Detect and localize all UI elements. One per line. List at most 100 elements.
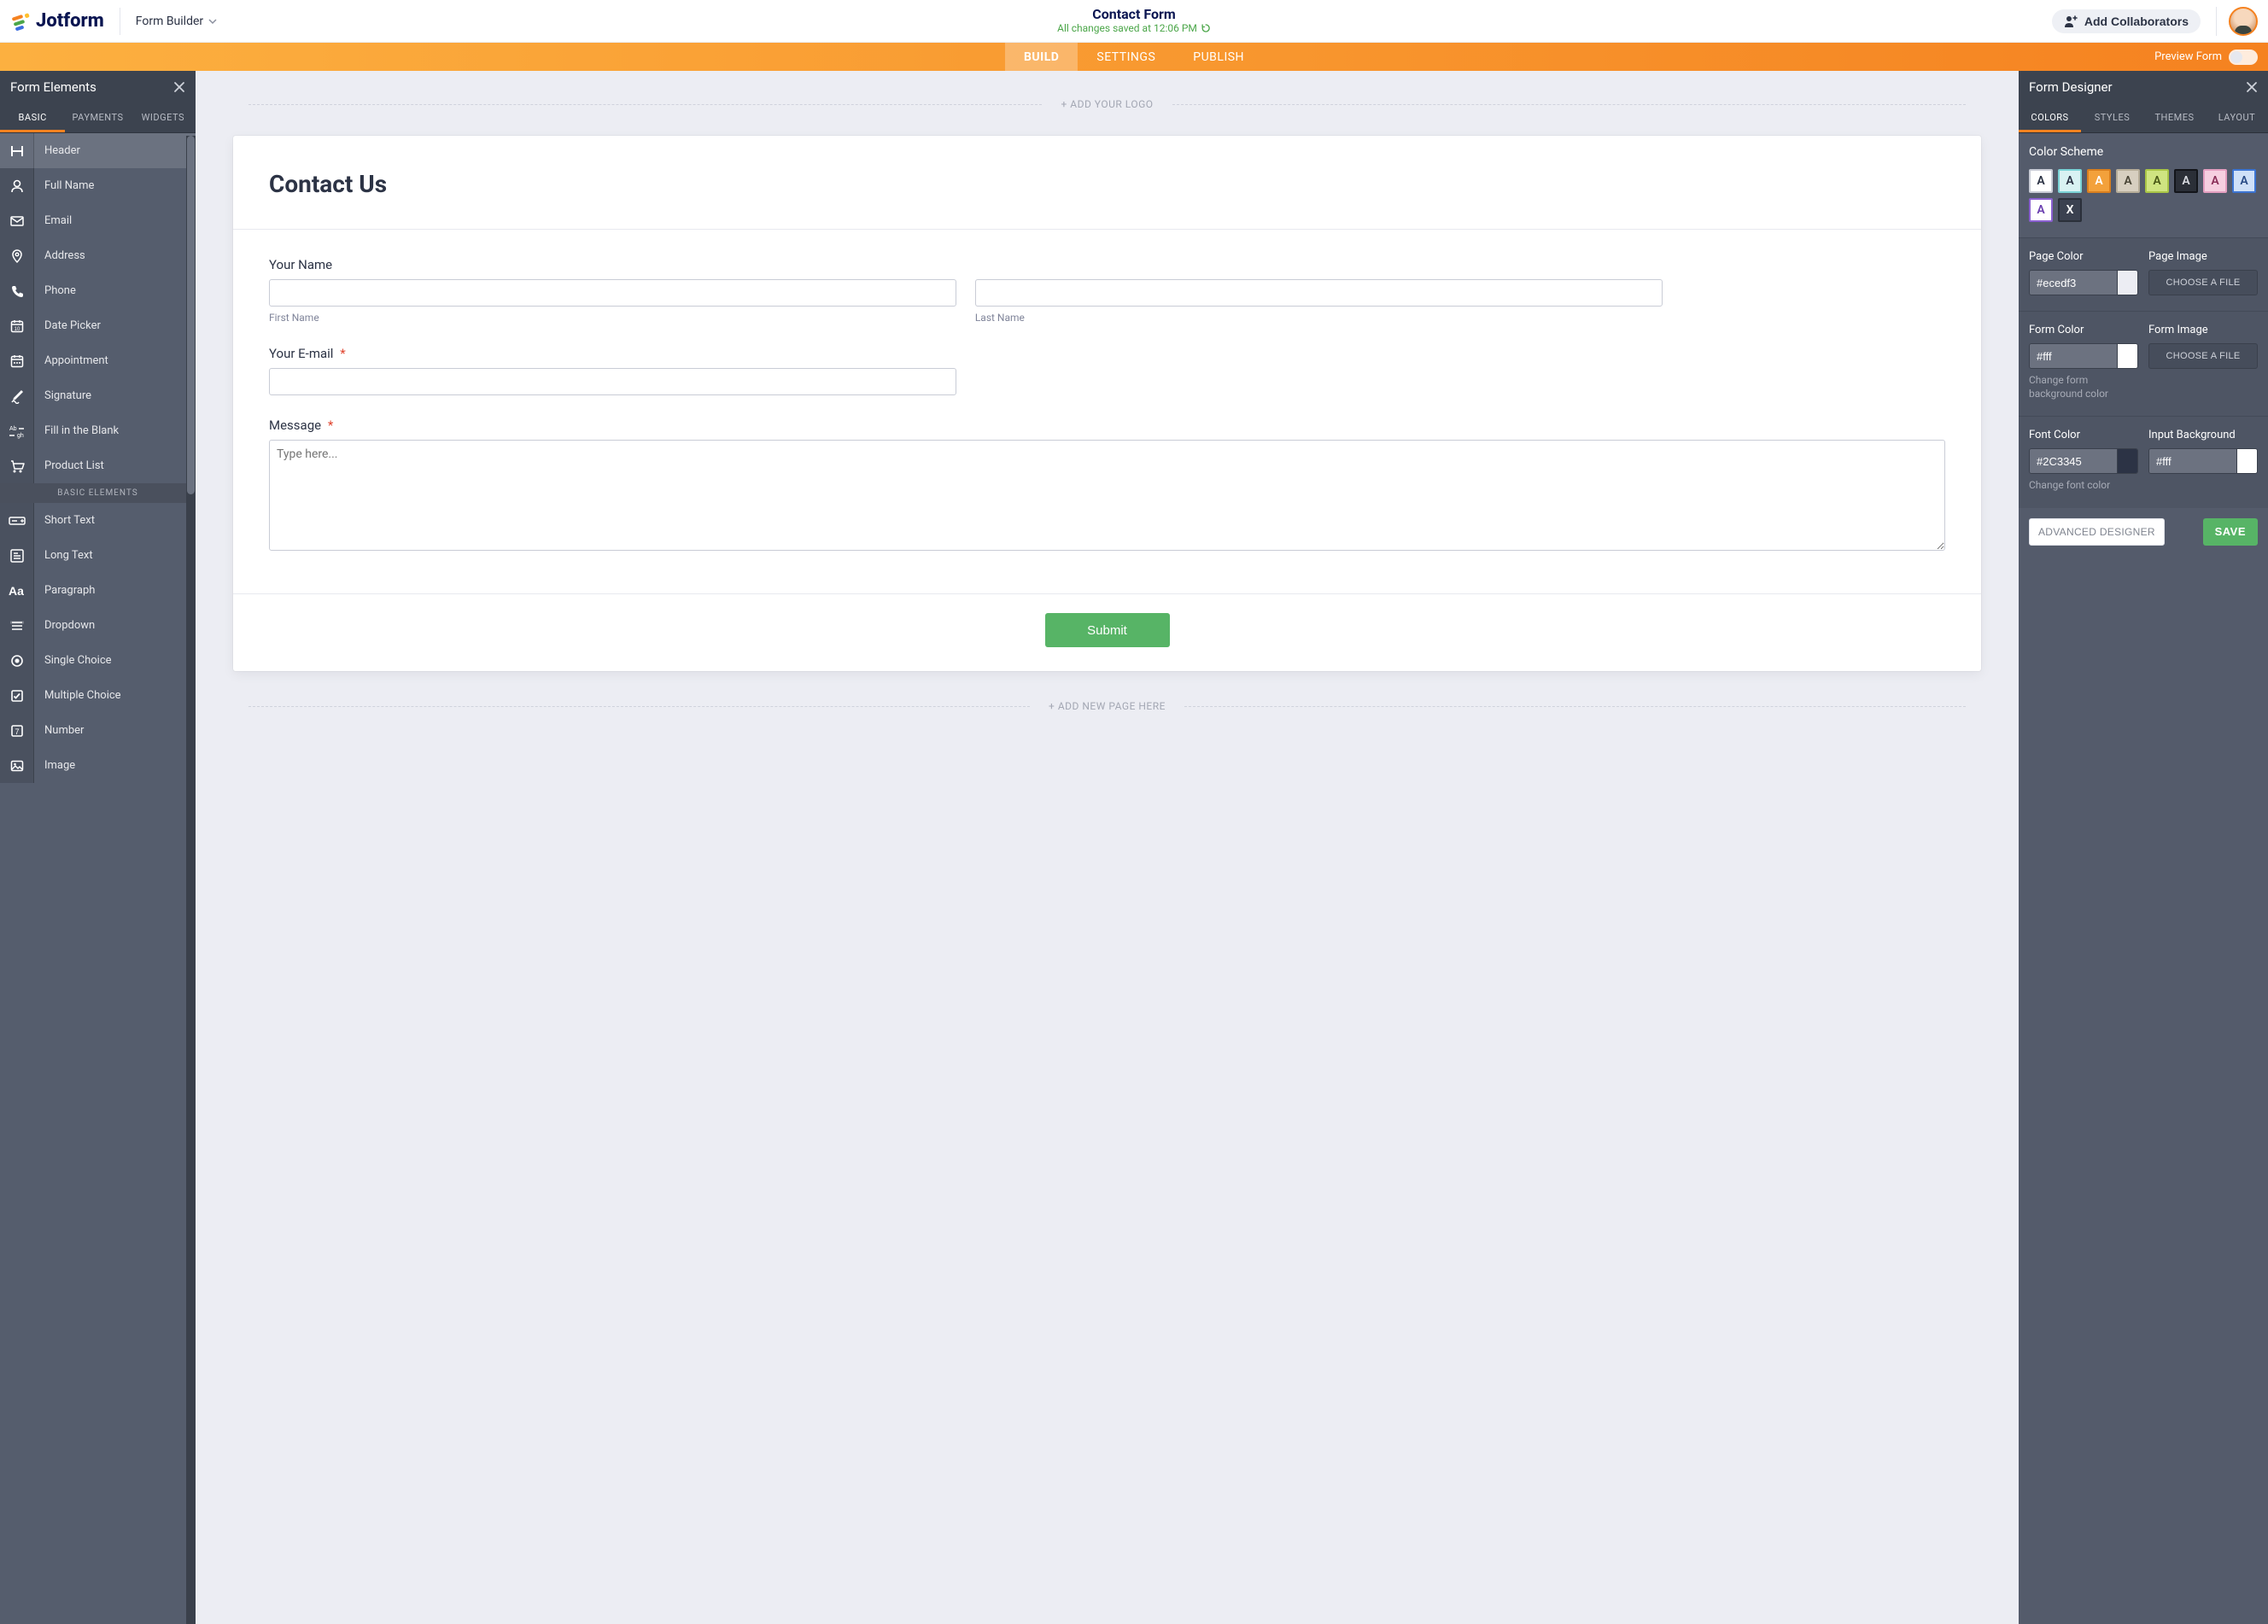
form-heading[interactable]: Contact Us xyxy=(233,136,1981,230)
top-header: Jotform Form Builder Contact Form All ch… xyxy=(0,0,2268,43)
page-color-input[interactable] xyxy=(2029,270,2138,295)
color-scheme-swatch-5[interactable]: A xyxy=(2174,169,2198,193)
page-image-label: Page Image xyxy=(2148,250,2258,263)
message-textarea[interactable] xyxy=(269,440,1945,551)
font-color-label: Font Color xyxy=(2029,429,2138,441)
color-scheme-swatch-4[interactable]: A xyxy=(2145,169,2169,193)
form-designer-header: Form Designer xyxy=(2019,71,2268,103)
elements-list[interactable]: Header Full NameEmailAddress Phone 10Date P… xyxy=(0,133,196,1624)
page-image-choose-button[interactable]: CHOOSE A FILE xyxy=(2148,270,2258,295)
field-message[interactable]: Message * xyxy=(269,418,1945,554)
element-item-paragraph[interactable]: AaParagraph xyxy=(0,573,196,608)
page-color-chip[interactable] xyxy=(2117,271,2137,295)
form-card[interactable]: Contact Us Your Name First Name Last Nam… xyxy=(233,136,1981,671)
element-item-product-list[interactable]: Product List xyxy=(0,448,196,483)
font-color-chip[interactable] xyxy=(2117,449,2137,473)
user-avatar[interactable] xyxy=(2229,7,2258,36)
tab-settings[interactable]: SETTINGS xyxy=(1078,43,1174,71)
form-designer-panel: Form Designer COLORS STYLES THEMES LAYOU… xyxy=(2019,71,2268,1624)
font-color-field[interactable] xyxy=(2030,449,2117,473)
element-item-signature[interactable]: Signature xyxy=(0,378,196,413)
add-collaborators-button[interactable]: Add Collaborators xyxy=(2052,9,2201,33)
designer-body[interactable]: Color Scheme AAAAAAAAAX Page Color Page … xyxy=(2019,133,2268,1624)
element-item-date-picker[interactable]: 10Date Picker xyxy=(0,308,196,343)
elements-tab-payments[interactable]: PAYMENTS xyxy=(65,103,130,132)
element-item-short-text[interactable]: Short Text xyxy=(0,503,196,538)
page-color-field[interactable] xyxy=(2030,271,2117,295)
element-item-label: Header xyxy=(44,144,80,157)
element-item-phone[interactable]: Phone xyxy=(0,273,196,308)
svg-text:7: 7 xyxy=(15,727,19,736)
color-scheme-swatch-9[interactable]: X xyxy=(2058,198,2082,222)
input-bg-chip[interactable] xyxy=(2236,449,2257,473)
element-item-appointment[interactable]: Appointment xyxy=(0,343,196,378)
full-name-icon xyxy=(0,168,34,203)
color-scheme-swatch-6[interactable]: A xyxy=(2203,169,2227,193)
first-name-input[interactable] xyxy=(269,279,956,307)
designer-tab-colors[interactable]: COLORS xyxy=(2019,103,2081,132)
form-color-hint: Change form background color xyxy=(2029,374,2138,400)
element-item-label: Multiple Choice xyxy=(44,689,121,702)
elements-scrollbar-thumb[interactable] xyxy=(187,136,195,494)
close-designer-icon[interactable] xyxy=(2246,81,2258,93)
field-your-name[interactable]: Your Name First Name Last Name xyxy=(269,257,1945,324)
close-panel-icon[interactable] xyxy=(173,81,185,93)
input-bg-input[interactable] xyxy=(2148,448,2258,474)
email-input[interactable] xyxy=(269,368,956,395)
your-name-label: Your Name xyxy=(269,257,1945,272)
history-icon[interactable] xyxy=(1201,23,1211,33)
add-page-button[interactable]: + ADD NEW PAGE HERE xyxy=(1045,700,1169,712)
tab-publish[interactable]: PUBLISH xyxy=(1174,43,1263,71)
element-item-multiple-choice[interactable]: Multiple Choice xyxy=(0,678,196,713)
element-item-email[interactable]: Email xyxy=(0,203,196,238)
designer-tab-themes[interactable]: THEMES xyxy=(2143,103,2206,132)
phone-icon xyxy=(0,273,34,308)
form-color-field[interactable] xyxy=(2030,344,2117,368)
form-builder-selector[interactable]: Form Builder xyxy=(136,15,217,28)
color-scheme-swatch-2[interactable]: A xyxy=(2087,169,2111,193)
element-item-header[interactable]: Header xyxy=(0,133,196,168)
submit-button[interactable]: Submit xyxy=(1045,613,1170,647)
form-title-header[interactable]: Contact Form xyxy=(1057,7,1211,22)
element-item-number[interactable]: 7Number xyxy=(0,713,196,748)
user-avatar-wrap xyxy=(2216,7,2258,36)
color-scheme-swatch-8[interactable]: A xyxy=(2029,198,2053,222)
brand-logo[interactable]: Jotform xyxy=(10,8,120,35)
color-scheme-swatch-1[interactable]: A xyxy=(2058,169,2082,193)
designer-tab-layout[interactable]: LAYOUT xyxy=(2206,103,2268,132)
form-image-choose-button[interactable]: CHOOSE A FILE xyxy=(2148,343,2258,369)
svg-text:gh: gh xyxy=(17,433,24,439)
element-item-dropdown[interactable]: Dropdown xyxy=(0,608,196,643)
color-scheme-swatch-7[interactable]: A xyxy=(2232,169,2256,193)
font-color-input[interactable] xyxy=(2029,448,2138,474)
elements-scrollbar[interactable] xyxy=(186,136,196,1624)
form-color-section: Form Color Change form background color … xyxy=(2019,311,2268,416)
field-your-email[interactable]: Your E-mail * xyxy=(269,346,1945,395)
element-item-full-name[interactable]: Full Name xyxy=(0,168,196,203)
date-picker-icon: 10 xyxy=(0,308,34,343)
element-item-label: Single Choice xyxy=(44,654,112,667)
form-color-chip[interactable] xyxy=(2117,344,2137,368)
save-button[interactable]: SAVE xyxy=(2203,518,2258,546)
element-item-image[interactable]: Image xyxy=(0,748,196,783)
element-item-label: Phone xyxy=(44,284,76,297)
elements-tab-widgets[interactable]: WIDGETS xyxy=(131,103,196,132)
element-item-address[interactable]: Address xyxy=(0,238,196,273)
form-color-input[interactable] xyxy=(2029,343,2138,369)
add-logo-button[interactable]: + ADD YOUR LOGO xyxy=(1057,98,1156,110)
chevron-down-icon xyxy=(208,17,217,26)
element-item-single-choice[interactable]: Single Choice xyxy=(0,643,196,678)
element-item-fill-blank[interactable]: AbghFill in the Blank xyxy=(0,413,196,448)
designer-tab-styles[interactable]: STYLES xyxy=(2081,103,2143,132)
element-item-long-text[interactable]: Long Text xyxy=(0,538,196,573)
form-canvas[interactable]: + ADD YOUR LOGO Contact Us Your Name Fir… xyxy=(196,71,2019,1624)
tab-build[interactable]: BUILD xyxy=(1005,43,1078,71)
last-name-input[interactable] xyxy=(975,279,1663,307)
advanced-designer-button[interactable]: ADVANCED DESIGNER xyxy=(2029,518,2165,546)
preview-toggle[interactable] xyxy=(2229,50,2258,65)
color-scheme-swatch-3[interactable]: A xyxy=(2116,169,2140,193)
input-bg-field[interactable] xyxy=(2149,449,2236,473)
preview-form: Preview Form xyxy=(2154,50,2268,65)
elements-tab-basic[interactable]: BASIC xyxy=(0,103,65,132)
color-scheme-swatch-0[interactable]: A xyxy=(2029,169,2053,193)
